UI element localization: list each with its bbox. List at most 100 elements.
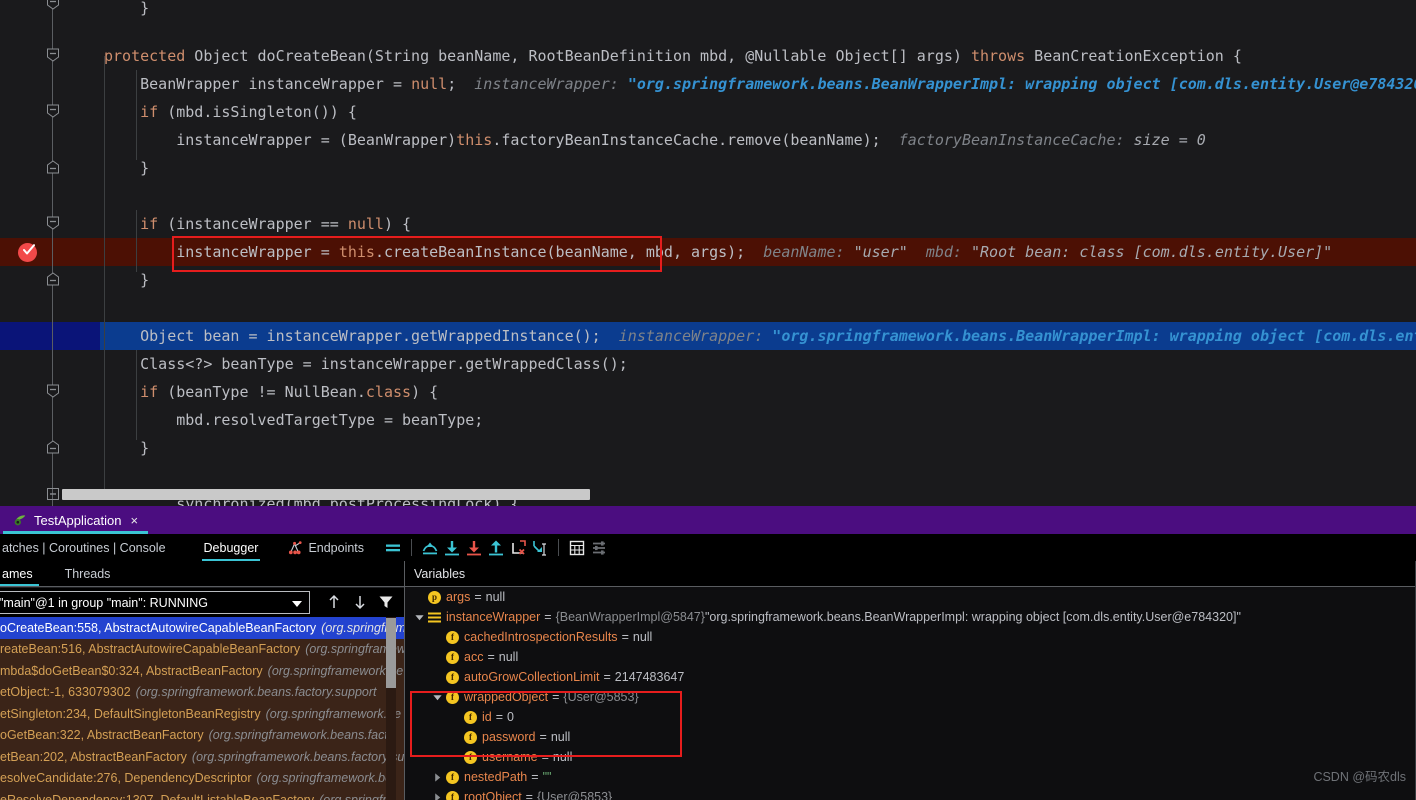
code-text-layer: } protected Object doCreateBean(String be… [0, 0, 1416, 506]
editor-horizontal-scrollbar[interactable] [62, 489, 590, 500]
thread-selector[interactable]: "main"@1 in group "main": RUNNING [0, 591, 310, 614]
breakpoint-icon[interactable] [18, 243, 37, 262]
frame-row[interactable]: etBean:202, AbstractBeanFactory (org.spri… [0, 746, 404, 768]
tab-threads[interactable]: Threads [55, 561, 121, 586]
code-token: ; [447, 75, 457, 93]
tab-frames[interactable]: ames [0, 561, 43, 586]
step-over-button[interactable] [441, 537, 463, 559]
mute-breakpoints-button[interactable] [382, 537, 404, 559]
variable-equals: = [474, 590, 482, 604]
triangle-down-icon[interactable] [410, 607, 428, 627]
code-token: mbd: [907, 243, 971, 261]
tab-variables[interactable]: Variables [404, 561, 475, 586]
code-editor[interactable]: } protected Object doCreateBean(String be… [0, 0, 1416, 506]
step-out-button[interactable] [485, 537, 507, 559]
fold-toggle-icon[interactable] [46, 48, 60, 62]
move-down-button[interactable] [350, 592, 370, 612]
frames-list[interactable]: oCreateBean:558, AbstractAutowireCapable… [0, 617, 404, 800]
variable-value: null [485, 590, 506, 604]
variables-tree[interactable]: p args = null instanceWrapper = {BeanWrapperIm… [404, 587, 1416, 800]
run-tab-testapplication[interactable]: TestApplication × [3, 506, 149, 534]
variable-row[interactable]: f cachedIntrospectionResults = null [404, 627, 1416, 647]
variable-row[interactable]: f acc = null [404, 647, 1416, 667]
code-token: null [347, 215, 384, 233]
frame-package-label: (org.springframework.be [256, 771, 393, 786]
field-icon: f [464, 750, 477, 764]
fold-toggle-icon[interactable] [46, 104, 60, 118]
spring-boot-icon [14, 515, 26, 526]
code-token: size = 0 [1133, 131, 1206, 149]
triangle-down-icon[interactable] [428, 687, 446, 707]
variable-name: username [482, 750, 538, 764]
step-into-button[interactable] [463, 537, 485, 559]
filter-frames-button[interactable] [376, 592, 396, 612]
triangle-right-icon[interactable] [428, 767, 446, 787]
layout-settings-button[interactable] [588, 537, 610, 559]
variable-row[interactable]: f autoGrowCollectionLimit = 2147483647 [404, 667, 1416, 687]
debug-toolbar[interactable]: atches | Coroutines | Console Debugger E… [0, 534, 1416, 561]
frame-row[interactable]: etObject:-1, 633079302 (org.springframewo… [0, 682, 404, 704]
fold-toggle-icon[interactable] [46, 440, 60, 454]
variable-row[interactable]: f rootObject = {User@5853} [404, 787, 1416, 800]
variable-row[interactable]: p args = null [404, 587, 1416, 607]
code-line: } [104, 0, 149, 22]
variable-name: password [482, 730, 536, 744]
code-token: if [140, 383, 159, 401]
code-token: (instanceWrapper == [158, 215, 348, 233]
frame-row[interactable]: eResolveDependency:1307, DefaultListable… [0, 789, 404, 800]
variable-value: "org.springframework.beans.BeanWrapperIm… [704, 610, 1241, 624]
fold-toggle-icon[interactable] [46, 160, 60, 174]
frame-method-label: reateBean:516, AbstractAutowireCapableBe… [0, 642, 301, 657]
variable-row[interactable]: f nestedPath = "" [404, 767, 1416, 787]
show-execution-point-button[interactable] [419, 537, 441, 559]
variable-name: args [446, 590, 471, 604]
code-token: if [140, 215, 159, 233]
run-tab-bar[interactable]: TestApplication × [0, 506, 1416, 534]
frames-scrollbar-thumb[interactable] [386, 618, 396, 688]
code-line: BeanWrapper instanceWrapper = null; inst… [104, 70, 1416, 98]
field-icon: f [446, 690, 459, 704]
tab-watches-coroutines-console[interactable]: atches | Coroutines | Console [0, 534, 174, 561]
fold-toggle-icon[interactable] [46, 384, 60, 398]
fold-marker-bottom[interactable] [46, 487, 60, 501]
triangle-right-icon[interactable] [428, 787, 446, 800]
code-token: beanName: [745, 243, 854, 261]
tab-debugger[interactable]: Debugger [196, 534, 267, 561]
code-token: instanceWrapper = [176, 243, 339, 261]
object-list-icon [428, 611, 441, 624]
frame-row[interactable]: reateBean:516, AbstractAutowireCapableBe… [0, 639, 404, 661]
frame-row[interactable]: oGetBean:322, AbstractBeanFactory (org.sp… [0, 725, 404, 747]
frame-row[interactable]: oCreateBean:558, AbstractAutowireCapable… [0, 617, 404, 639]
variable-name: cachedIntrospectionResults [464, 630, 618, 644]
field-icon: f [446, 630, 459, 644]
variable-row[interactable]: instanceWrapper = {BeanWrapperImpl@5847} "… [404, 607, 1416, 627]
fold-toggle-icon[interactable] [46, 272, 60, 286]
run-to-cursor-button[interactable] [529, 537, 551, 559]
frame-method-label: etObject:-1, 633079302 [0, 685, 131, 700]
frame-row[interactable]: esolveCandidate:276, DependencyDescripto… [0, 768, 404, 790]
move-up-button[interactable] [324, 592, 344, 612]
close-icon[interactable]: × [130, 514, 138, 527]
frame-row[interactable]: mbda$doGetBean$0:324, AbstractBeanFactor… [0, 660, 404, 682]
code-line: } [104, 434, 149, 462]
filter-icon [379, 596, 393, 608]
fold-toggle-icon[interactable] [46, 216, 60, 230]
variable-row[interactable]: f password = null [404, 727, 1416, 747]
variable-row[interactable]: f wrappedObject = {User@5853} [404, 687, 1416, 707]
drop-frame-button[interactable] [507, 537, 529, 559]
frame-row[interactable]: etSingleton:234, DefaultSingletonBeanReg… [0, 703, 404, 725]
tab-endpoints[interactable]: Endpoints [280, 534, 372, 561]
variable-equals: = [539, 730, 547, 744]
arrow-up-icon [329, 594, 339, 608]
variable-row[interactable]: f username = null [404, 747, 1416, 767]
fold-toggle-icon[interactable] [46, 0, 60, 10]
variable-equals: = [487, 650, 495, 664]
thread-selector-row: "main"@1 in group "main": RUNNING [0, 588, 404, 617]
frames-panel-header[interactable]: ames Threads [0, 561, 404, 586]
variable-row[interactable]: f id = 0 [404, 707, 1416, 727]
evaluate-expression-button[interactable] [566, 537, 588, 559]
panel-splitter[interactable] [404, 561, 405, 800]
